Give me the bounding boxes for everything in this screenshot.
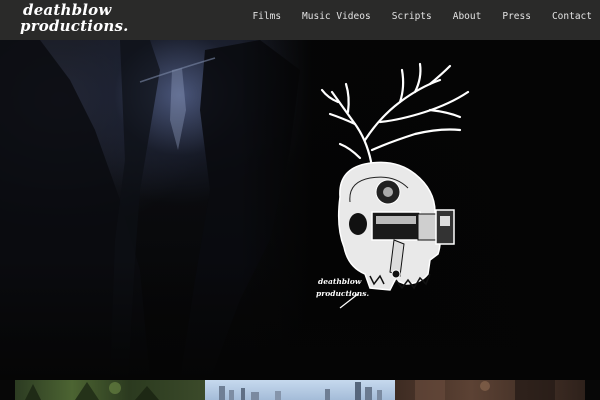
logo-line-1: deathblow [23, 1, 112, 19]
nav-link-scripts[interactable]: Scripts [392, 11, 432, 22]
emblem-caption-line-2: productions. [316, 289, 370, 298]
nav-link-press[interactable]: Press [502, 11, 531, 22]
project-thumbnail-city[interactable] [205, 380, 395, 400]
nav-link-films[interactable]: Films [252, 11, 281, 22]
project-thumbnail-forest[interactable] [15, 380, 205, 400]
emblem-caption-line-1: deathblow [318, 277, 362, 286]
hero-fade [0, 260, 600, 380]
forest-thumbnail-image [25, 382, 159, 400]
main-nav: Films Music Videos Scripts About Press C… [252, 0, 600, 32]
page: deathblow productions. Films Music Video… [0, 0, 600, 400]
hero-banner: deathblow productions. [0, 40, 600, 380]
logo-line-2: productions. [20, 17, 129, 35]
city-skyline-thumbnail-image [219, 382, 382, 400]
project-thumbnail-interior[interactable] [395, 380, 585, 400]
antlered-skull-camera-icon [320, 62, 470, 309]
site-header: deathblow productions. Films Music Video… [0, 0, 600, 40]
nav-link-music-videos[interactable]: Music Videos [302, 11, 371, 22]
nav-link-contact[interactable]: Contact [552, 11, 592, 22]
site-logo[interactable]: deathblow productions. [20, 2, 129, 34]
project-thumbnail-strip [15, 380, 585, 400]
emblem-caption: deathblow productions. [316, 276, 369, 300]
interior-thumbnail-image [415, 380, 555, 400]
nav-link-about[interactable]: About [453, 11, 482, 22]
